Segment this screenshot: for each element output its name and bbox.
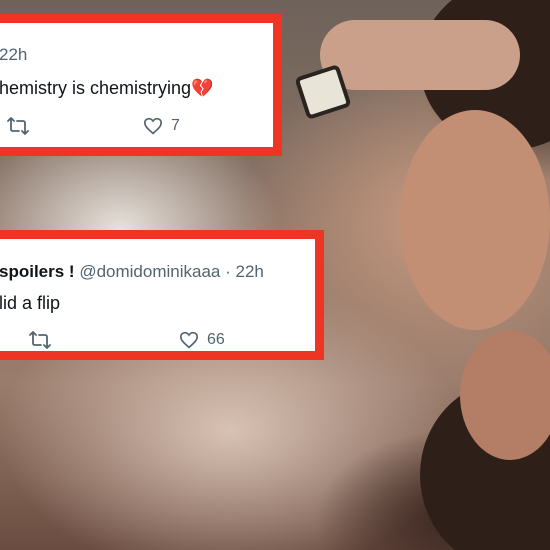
heart-icon [143,117,163,135]
face-region-lower [460,330,550,460]
user-handle[interactable]: @domidominikaaa [79,262,220,281]
separator-dot: · [225,262,231,281]
like-count: 66 [207,331,225,348]
face-region [400,110,550,330]
tweet-1-body: hemistry is chemistrying💔 [0,78,213,99]
broken-heart-emoji: 💔 [191,78,214,98]
like-button[interactable]: 66 [179,331,225,349]
heart-icon [179,331,199,349]
tweet-1-actions: 7 [7,116,180,136]
display-name[interactable]: spoilers ! [0,262,75,281]
like-count: 7 [171,117,180,134]
hand-region [320,20,520,90]
retweet-button[interactable] [29,330,51,350]
tweet-card-2[interactable]: spoilers ! @domidominikaaa · 22h lid a f… [0,230,324,360]
tweet-2-actions: 66 [29,330,225,350]
tweet-1-text: hemistry is chemistrying [0,78,192,98]
tweet-2-header: spoilers ! @domidominikaaa · 22h [0,262,264,282]
like-button[interactable]: 7 [143,117,180,135]
retweet-icon [7,117,29,135]
tweet-2-timestamp[interactable]: 22h [236,262,264,281]
tweet-2-text: lid a flip [0,293,61,313]
retweet-icon [29,331,51,349]
retweet-button[interactable] [7,116,29,136]
tweet-card-1[interactable]: 22h hemistry is chemistrying💔 7 [0,14,282,156]
tweet-1-timestamp: 22h [0,45,28,64]
